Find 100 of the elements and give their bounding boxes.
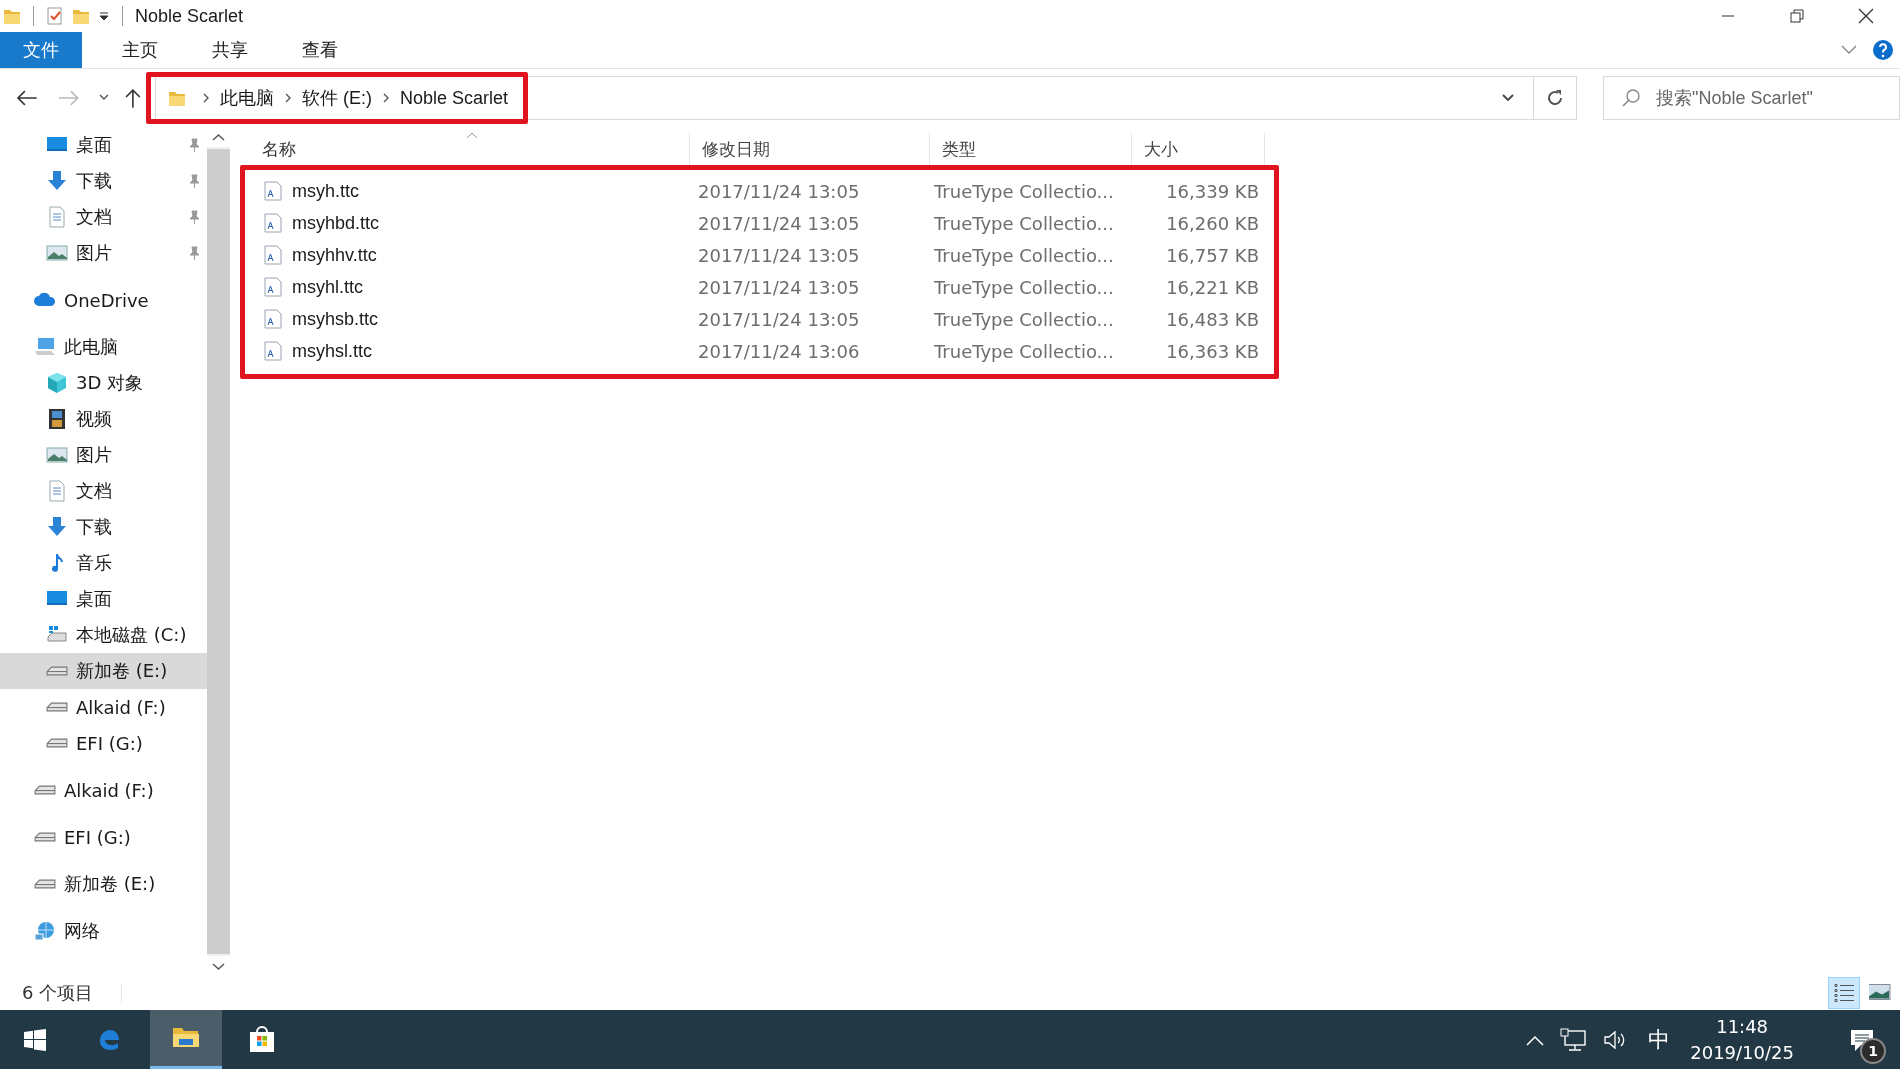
pin-icon[interactable] <box>187 246 201 260</box>
chevron-up-icon[interactable] <box>1526 1033 1545 1046</box>
sidebar-item[interactable]: 新加卷 (E:) <box>0 866 207 902</box>
sidebar-item[interactable]: 3D 对象 <box>0 365 207 401</box>
sidebar-item[interactable]: 新加卷 (E:) <box>0 653 207 689</box>
drive-icon <box>34 879 56 889</box>
sidebar-item[interactable]: 下载 <box>0 163 207 199</box>
drive-icon <box>46 738 68 748</box>
landscape-picture-icon <box>1869 983 1891 1003</box>
table-cell-text: 16,757 KB <box>1165 244 1260 266</box>
window-title: Noble Scarlet <box>135 5 244 27</box>
font-file-icon <box>264 181 282 201</box>
close-icon <box>1857 8 1874 24</box>
table-cell-text: TrueType Collectio... <box>933 340 1115 362</box>
font-file-icon <box>264 245 282 265</box>
search-icon <box>1621 88 1641 108</box>
input-method-indicator[interactable]: 中 <box>1648 1024 1671 1055</box>
sidebar-item[interactable]: 文档 <box>0 473 207 509</box>
table-cell-text: 2017/11/24 13:06 <box>697 340 861 362</box>
column-header[interactable]: 大小 <box>1132 133 1265 165</box>
file-name[interactable]: msyhsb.ttc <box>292 308 379 330</box>
file-name[interactable]: msyhl.ttc <box>292 276 363 298</box>
down-arrow-icon <box>46 516 68 538</box>
landscape-picture-icon <box>46 242 68 264</box>
drive-icon <box>34 832 56 842</box>
chevron-right-icon[interactable] <box>284 92 292 104</box>
details-view-button[interactable] <box>1828 977 1860 1009</box>
column-header[interactable]: 名称 <box>250 133 690 165</box>
file-name[interactable]: msyhbd.ttc <box>292 212 380 234</box>
item-count: 6 个项目 <box>22 981 94 1005</box>
sidebar-item[interactable]: 桌面 <box>0 581 207 617</box>
drive-icon <box>46 702 68 712</box>
globe-network-icon <box>34 920 56 942</box>
sidebar-item[interactable]: EFI (G:) <box>0 819 207 855</box>
font-file-icon <box>264 341 282 361</box>
table-cell-text: 2017/11/24 13:05 <box>697 212 861 234</box>
clock[interactable]: 11:48 2019/10/25 <box>1690 1013 1794 1066</box>
scrollbar-thumb[interactable] <box>207 149 230 954</box>
sidebar-item[interactable]: 桌面 <box>0 127 207 163</box>
sidebar-item[interactable]: 此电脑 <box>0 329 207 365</box>
chevron-down-icon[interactable] <box>1500 93 1515 103</box>
sidebar-item[interactable]: Alkaid (F:) <box>0 689 207 725</box>
chevron-down-icon[interactable] <box>99 94 110 102</box>
sidebar-item[interactable]: OneDrive <box>0 282 207 318</box>
file-explorer-button[interactable] <box>150 1010 222 1069</box>
list-lines-icon <box>1833 983 1855 1003</box>
file-name[interactable]: msyhsl.ttc <box>292 340 372 362</box>
folder-icon <box>168 89 186 107</box>
cube-icon <box>46 372 68 394</box>
pin-icon[interactable] <box>187 210 201 224</box>
document-icon <box>46 206 68 228</box>
column-header[interactable]: 类型 <box>930 133 1132 165</box>
sort-caret-icon[interactable] <box>466 131 478 139</box>
file-name[interactable]: msyhhv.ttc <box>292 244 377 266</box>
font-file-icon <box>264 277 282 297</box>
down-arrow-icon <box>46 170 68 192</box>
sidebar-item[interactable]: Alkaid (F:) <box>0 772 207 808</box>
table-cell-text: TrueType Collectio... <box>933 212 1115 234</box>
address-bar[interactable]: 此电脑 软件 (E:) Noble Scarlet <box>155 76 1534 120</box>
file-name[interactable]: msyh.ttc <box>292 180 359 202</box>
pin-icon[interactable] <box>187 138 201 152</box>
sidebar-item[interactable]: 图片 <box>0 437 207 473</box>
pin-icon[interactable] <box>187 174 201 188</box>
network-monitor-icon[interactable] <box>1560 1027 1587 1052</box>
search-field[interactable]: 搜索"Noble Scarlet" <box>1603 76 1900 120</box>
table-cell-text: 2017/11/24 13:05 <box>697 180 861 202</box>
drive-icon <box>46 666 68 676</box>
sidebar-item[interactable]: 视频 <box>0 401 207 437</box>
document-icon <box>46 480 68 502</box>
help-icon[interactable] <box>1872 39 1894 61</box>
breadcrumb-item[interactable]: 此电脑 <box>220 86 274 110</box>
restore-icon <box>1789 9 1804 23</box>
sidebar-item[interactable]: 音乐 <box>0 545 207 581</box>
breadcrumb-item[interactable]: 软件 (E:) <box>302 86 372 110</box>
chevron-right-icon[interactable] <box>382 92 390 104</box>
ribbon-tab[interactable]: 主页 <box>100 32 180 68</box>
film-strip-icon <box>46 408 68 430</box>
back-arrow-icon[interactable] <box>16 89 38 107</box>
table-cell-text: 16,363 KB <box>1165 340 1260 362</box>
up-arrow-icon[interactable] <box>125 88 141 108</box>
sidebar-item[interactable]: 文档 <box>0 199 207 235</box>
refresh-button[interactable] <box>1533 76 1577 120</box>
sidebar-item[interactable]: 下载 <box>0 509 207 545</box>
sidebar-item[interactable]: EFI (G:) <box>0 725 207 761</box>
ribbon-tab[interactable]: 共享 <box>190 32 270 68</box>
table-cell-text: 16,260 KB <box>1165 212 1260 234</box>
sidebar-item[interactable]: 网络 <box>0 913 207 949</box>
dropdown-icon[interactable] <box>98 10 110 22</box>
chevron-right-icon[interactable] <box>202 92 210 104</box>
sidebar-item[interactable]: 图片 <box>0 235 207 271</box>
column-header[interactable]: 修改日期 <box>690 133 930 165</box>
ribbon-tab[interactable]: 查看 <box>280 32 360 68</box>
computer-icon <box>34 336 56 358</box>
table-cell-text: 16,483 KB <box>1165 308 1260 330</box>
file-menu-button[interactable]: 文件 <box>0 32 82 68</box>
drive-icon <box>34 785 56 795</box>
table-cell-text: 2017/11/24 13:05 <box>697 308 861 330</box>
sidebar-item[interactable]: 本地磁盘 (C:) <box>0 617 207 653</box>
breadcrumb-item[interactable]: Noble Scarlet <box>400 87 509 109</box>
checklist-icon[interactable] <box>46 7 64 25</box>
